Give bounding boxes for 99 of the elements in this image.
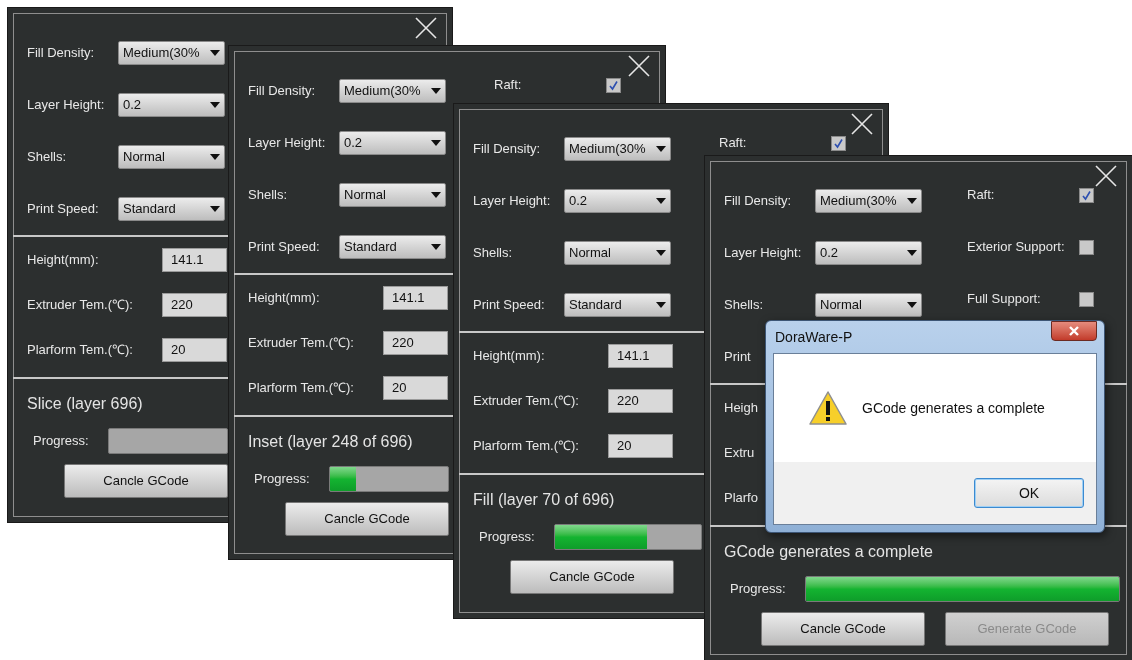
caret-icon xyxy=(656,198,666,204)
checkbox[interactable] xyxy=(606,77,621,93)
setting-label: Layer Height: xyxy=(473,192,551,211)
setting-label: Shells: xyxy=(473,244,513,263)
setting-label: Print xyxy=(724,348,751,367)
dropdown[interactable]: 0.2 xyxy=(815,241,922,265)
progress-label: Progress: xyxy=(479,528,535,547)
status-text: Fill (layer 70 of 696) xyxy=(473,490,615,510)
field-label: Plarform Tem.(℃): xyxy=(27,340,133,359)
caret-icon xyxy=(210,206,220,212)
setting-label: Shells: xyxy=(27,148,67,167)
field-label: Extruder Tem.(℃): xyxy=(473,391,579,410)
field-label: Heigh xyxy=(724,398,758,417)
dropdown[interactable]: Standard xyxy=(118,197,225,221)
field-label: Plarform Tem.(℃): xyxy=(473,436,579,455)
checkbox[interactable] xyxy=(1079,239,1094,255)
gcode-button[interactable]: Cancle GCode xyxy=(761,612,925,646)
close-icon[interactable] xyxy=(850,112,874,136)
field-label: Extruder Tem.(℃): xyxy=(27,295,133,314)
status-text: Slice (layer 696) xyxy=(27,394,143,414)
caret-icon xyxy=(431,140,441,146)
caret-icon xyxy=(210,102,220,108)
field-label: Height(mm): xyxy=(473,346,545,365)
setting-label: Print Speed: xyxy=(473,296,545,315)
checkbox[interactable] xyxy=(1079,291,1094,307)
dropdown[interactable]: 0.2 xyxy=(564,189,671,213)
dropdown[interactable]: Medium(30% xyxy=(339,79,446,103)
caret-icon xyxy=(656,302,666,308)
input-field[interactable]: 20 xyxy=(162,337,227,362)
field-label: Extruder Tem.(℃): xyxy=(248,333,354,352)
input-field[interactable]: 141.1 xyxy=(162,247,227,272)
dropdown[interactable]: Medium(30% xyxy=(564,137,671,161)
setting-label: Fill Density: xyxy=(27,44,95,63)
setting-label: Print Speed: xyxy=(248,238,320,257)
setting-label: Layer Height: xyxy=(248,134,326,153)
gcode-button[interactable]: Cancle GCode xyxy=(64,464,228,498)
progress-label: Progress: xyxy=(254,470,310,489)
dropdown[interactable]: Normal xyxy=(339,183,446,207)
field-label: Height(mm): xyxy=(248,288,320,307)
option-label: Full Support: xyxy=(967,290,1041,309)
close-icon xyxy=(1069,326,1079,336)
caret-icon xyxy=(431,88,441,94)
setting-label: Print Speed: xyxy=(27,200,99,219)
setting-label: Shells: xyxy=(724,296,764,315)
caret-icon xyxy=(907,302,917,308)
gcode-button[interactable]: Cancle GCode xyxy=(510,560,674,594)
caret-icon xyxy=(431,244,441,250)
close-button[interactable] xyxy=(1051,321,1097,341)
setting-label: Shells: xyxy=(248,186,288,205)
close-icon[interactable] xyxy=(1094,164,1118,188)
caret-icon xyxy=(431,192,441,198)
setting-label: Layer Height: xyxy=(724,244,802,263)
setting-label: Fill Density: xyxy=(248,82,316,101)
caret-icon xyxy=(907,198,917,204)
caret-icon xyxy=(656,250,666,256)
close-icon[interactable] xyxy=(627,54,651,78)
option-label: Exterior Support: xyxy=(967,238,1065,257)
dropdown[interactable]: 0.2 xyxy=(118,93,225,117)
progress-label: Progress: xyxy=(730,580,786,599)
setting-label: Fill Density: xyxy=(724,192,792,211)
field-label: Plarform Tem.(℃): xyxy=(248,378,354,397)
dropdown[interactable]: Standard xyxy=(564,293,671,317)
checkbox[interactable] xyxy=(1079,187,1094,203)
dropdown[interactable]: Normal xyxy=(815,293,922,317)
dropdown[interactable]: 0.2 xyxy=(339,131,446,155)
setting-label: Layer Height: xyxy=(27,96,105,115)
input-field[interactable]: 220 xyxy=(608,388,673,413)
caret-icon xyxy=(210,154,220,160)
warning-icon xyxy=(808,390,848,426)
progress-label: Progress: xyxy=(33,432,89,451)
option-label: Raft: xyxy=(719,134,747,153)
option-label: Raft: xyxy=(494,76,522,95)
status-text: Inset (layer 248 of 696) xyxy=(248,432,413,452)
input-field[interactable]: 20 xyxy=(383,375,448,400)
caret-icon xyxy=(656,146,666,152)
input-field[interactable]: 141.1 xyxy=(608,343,673,368)
dialog-title: DoraWare-P xyxy=(774,328,853,347)
ok-button[interactable]: OK xyxy=(974,478,1084,508)
caret-icon xyxy=(210,50,220,56)
close-icon[interactable] xyxy=(414,16,438,40)
dropdown[interactable]: Normal xyxy=(564,241,671,265)
field-label: Plarfo xyxy=(724,488,758,507)
status-text: GCode generates a complete xyxy=(724,542,933,562)
dropdown[interactable]: Standard xyxy=(339,235,446,259)
dropdown[interactable]: Normal xyxy=(118,145,225,169)
input-field[interactable]: 20 xyxy=(608,433,673,458)
gcode-button[interactable]: Cancle GCode xyxy=(285,502,449,536)
option-label: Raft: xyxy=(967,186,995,205)
field-label: Extru xyxy=(724,443,755,462)
setting-label: Fill Density: xyxy=(473,140,541,159)
input-field[interactable]: 220 xyxy=(383,330,448,355)
dropdown[interactable]: Medium(30% xyxy=(815,189,922,213)
checkbox[interactable] xyxy=(831,135,846,151)
dropdown[interactable]: Medium(30% xyxy=(118,41,225,65)
caret-icon xyxy=(907,250,917,256)
dialog-message: GCode generates a complete xyxy=(862,398,1045,418)
input-field[interactable]: 141.1 xyxy=(383,285,448,310)
field-label: Height(mm): xyxy=(27,250,99,269)
input-field[interactable]: 220 xyxy=(162,292,227,317)
